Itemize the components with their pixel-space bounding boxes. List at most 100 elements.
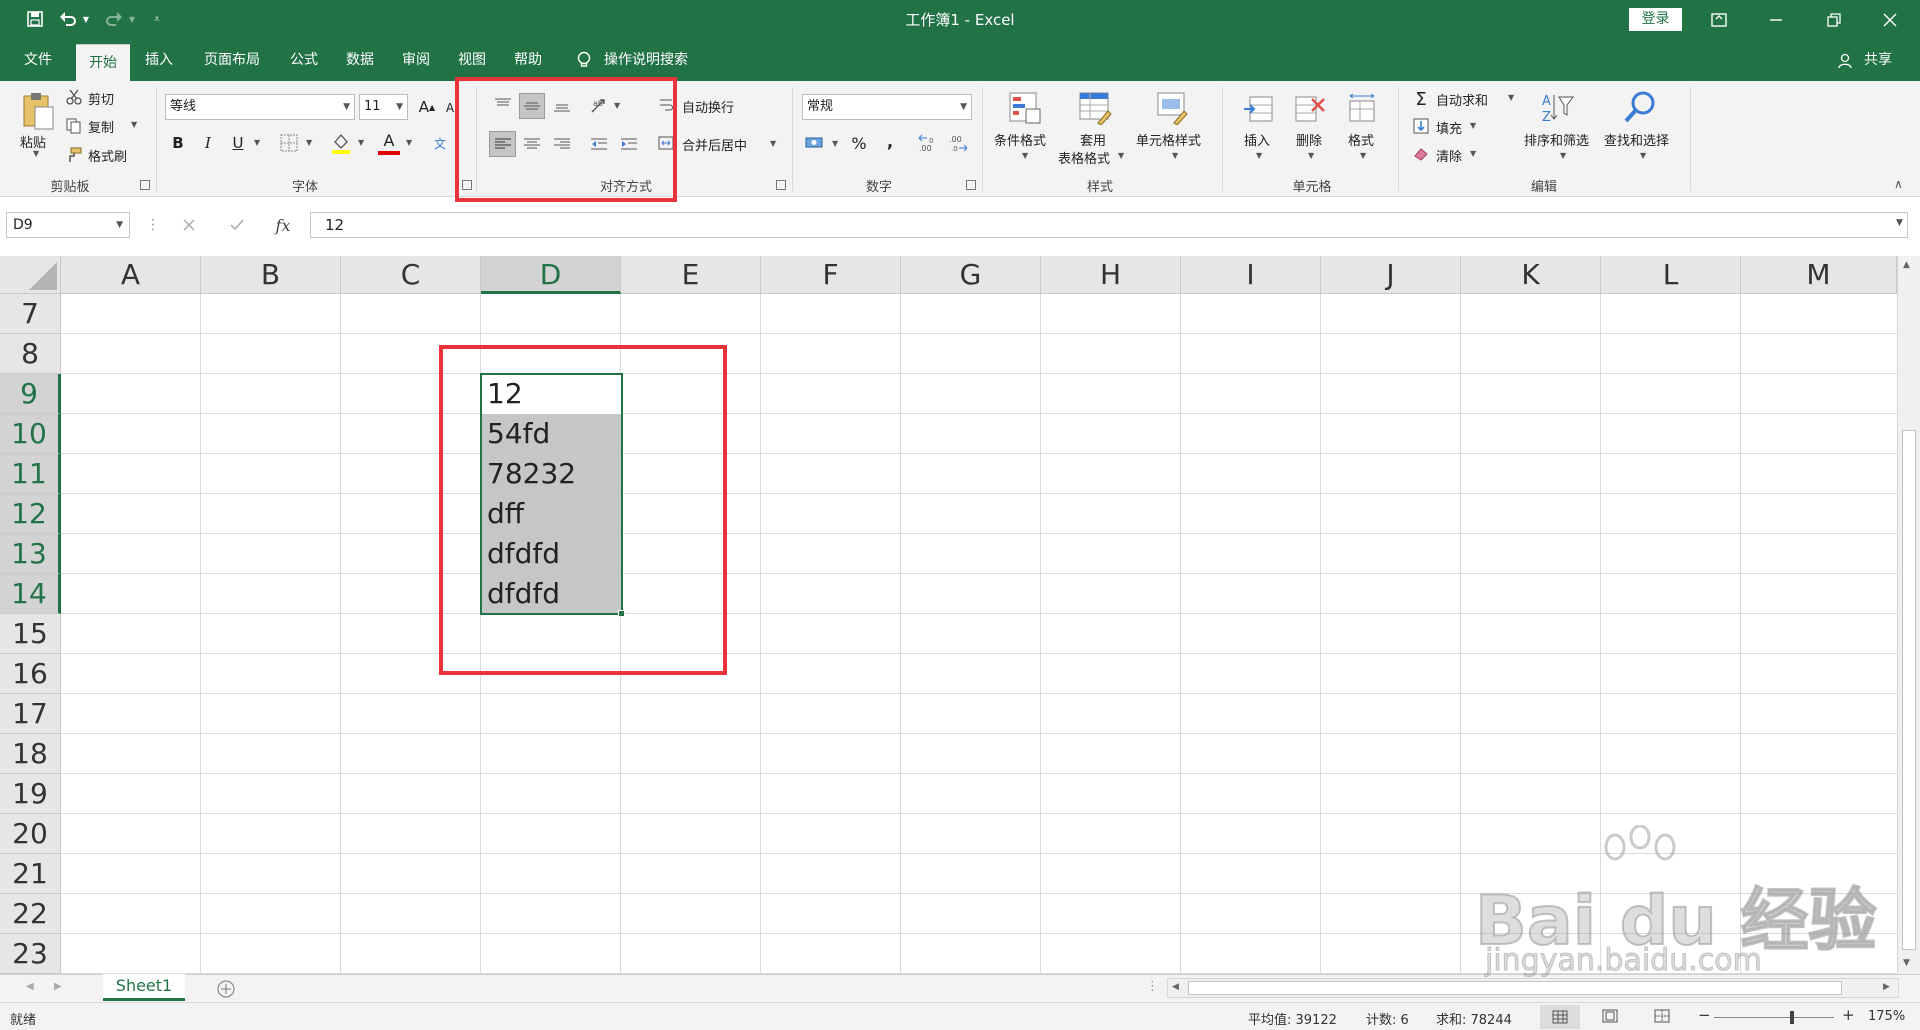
scroll-right-icon[interactable]: ▶ [1883, 982, 1890, 992]
column-header-f[interactable]: F [761, 256, 901, 294]
format-as-table-line2[interactable]: 表格格式 [1058, 148, 1110, 167]
cancel-entry-icon[interactable] [178, 215, 200, 235]
merge-dropdown-icon[interactable]: ▼ [770, 139, 776, 148]
column-header-l[interactable]: L [1601, 256, 1741, 294]
format-as-table-dropdown-icon[interactable]: ▼ [1118, 151, 1124, 160]
borders-icon[interactable] [278, 133, 300, 153]
alignment-dialog-launcher-icon[interactable] [776, 180, 786, 190]
vertical-scroll-thumb[interactable] [1902, 430, 1916, 950]
zoom-slider-thumb[interactable] [1790, 1011, 1794, 1024]
tab-formulas[interactable]: 公式 [282, 39, 326, 81]
number-format-select[interactable]: 常规 ▼ [802, 94, 972, 120]
paste-dropdown-icon[interactable]: ▼ [33, 149, 39, 158]
zoom-out-icon[interactable]: − [1698, 1006, 1711, 1024]
row-header-23[interactable]: 23 [0, 934, 61, 974]
restore-icon[interactable] [1810, 0, 1858, 39]
normal-view-icon[interactable] [1540, 1005, 1580, 1029]
copy-dropdown-icon[interactable]: ▼ [131, 120, 137, 129]
row-header-22[interactable]: 22 [0, 894, 61, 934]
increase-font-size-icon[interactable]: A ▲ [418, 97, 436, 117]
format-dropdown-icon[interactable]: ▼ [1360, 151, 1366, 160]
add-sheet-icon[interactable] [216, 979, 236, 999]
previous-sheet-icon[interactable]: ◀ [26, 981, 34, 992]
row-header-13[interactable]: 13 [0, 534, 61, 574]
formula-input[interactable]: 12 [310, 212, 1908, 238]
accounting-dropdown-icon[interactable]: ▼ [832, 139, 838, 148]
tab-help[interactable]: 帮助 [506, 39, 550, 81]
page-break-view-icon[interactable] [1654, 1009, 1672, 1025]
vertical-scrollbar[interactable]: ▲ ▼ [1897, 256, 1920, 974]
column-header-g[interactable]: G [901, 256, 1041, 294]
column-header-h[interactable]: H [1041, 256, 1181, 294]
tab-review[interactable]: 审阅 [394, 39, 438, 81]
column-header-k[interactable]: K [1461, 256, 1601, 294]
column-header-i[interactable]: I [1181, 256, 1321, 294]
ribbon-display-options-icon[interactable] [1695, 0, 1743, 39]
fill-color-dropdown-icon[interactable]: ▼ [358, 138, 364, 147]
copy-button[interactable]: 复制 [88, 117, 114, 136]
row-header-20[interactable]: 20 [0, 814, 61, 854]
row-header-19[interactable]: 19 [0, 774, 61, 814]
number-dialog-launcher-icon[interactable] [966, 180, 976, 190]
find-dropdown-icon[interactable]: ▼ [1640, 151, 1646, 160]
font-name-select[interactable]: 等线 ▼ [165, 94, 355, 120]
login-button[interactable]: 登录 [1629, 8, 1682, 31]
clear-button[interactable]: 清除 [1436, 146, 1462, 165]
cell-styles-button[interactable]: 单元格样式 [1136, 130, 1201, 149]
expand-formula-bar-icon[interactable]: ▼ [1896, 218, 1903, 228]
tab-page-layout[interactable]: 页面布局 [194, 39, 270, 81]
bold-button[interactable]: B [168, 132, 188, 154]
column-header-a[interactable]: A [61, 256, 201, 294]
font-color-button[interactable]: A [378, 129, 400, 155]
row-header-12[interactable]: 12 [0, 494, 61, 534]
horizontal-scroll-thumb[interactable] [1188, 981, 1842, 995]
fill-button[interactable]: 填充 [1436, 118, 1462, 137]
clipboard-dialog-launcher-icon[interactable] [140, 180, 150, 190]
underline-dropdown-icon[interactable]: ▼ [254, 138, 260, 147]
row-header-14[interactable]: 14 [0, 574, 61, 614]
column-header-m[interactable]: M [1741, 256, 1897, 294]
next-sheet-icon[interactable]: ▶ [54, 981, 62, 992]
column-header-b[interactable]: B [201, 256, 341, 294]
zoom-level[interactable]: 175% [1868, 1009, 1905, 1024]
delete-dropdown-icon[interactable]: ▼ [1308, 151, 1314, 160]
format-painter-button[interactable]: 格式刷 [88, 146, 127, 165]
share-button[interactable]: 共享 [1858, 39, 1898, 81]
fill-color-icon[interactable] [330, 131, 352, 155]
column-header-j[interactable]: J [1321, 256, 1461, 294]
insert-cells-button[interactable]: 插入 [1244, 130, 1270, 149]
phonetic-guide-icon[interactable]: 文 [430, 133, 450, 153]
sort-dropdown-icon[interactable]: ▼ [1560, 151, 1566, 160]
collapse-ribbon-icon[interactable]: ∧ [1894, 177, 1903, 191]
tab-view[interactable]: 视图 [450, 39, 494, 81]
delete-cells-button[interactable]: 删除 [1296, 130, 1322, 149]
autosum-button[interactable]: 自动求和 [1436, 90, 1488, 109]
row-header-7[interactable]: 7 [0, 294, 61, 334]
confirm-entry-icon[interactable] [226, 215, 248, 235]
font-color-dropdown-icon[interactable]: ▼ [406, 138, 412, 147]
percent-style-button[interactable]: % [848, 131, 870, 155]
cut-button[interactable]: 剪切 [88, 89, 114, 108]
font-size-select[interactable]: 11 ▼ [359, 94, 408, 120]
format-cells-button[interactable]: 格式 [1348, 130, 1374, 149]
scroll-left-icon[interactable]: ◀ [1172, 982, 1179, 992]
format-as-table-line1[interactable]: 套用 [1080, 130, 1106, 149]
underline-button[interactable]: U [228, 132, 248, 154]
tab-file[interactable]: 文件 [14, 39, 62, 81]
name-box[interactable]: D9 ▼ [6, 212, 130, 238]
column-header-c[interactable]: C [341, 256, 481, 294]
find-select-button[interactable]: 查找和选择 [1604, 130, 1669, 149]
borders-dropdown-icon[interactable]: ▼ [306, 138, 312, 147]
decrease-decimal-icon[interactable]: .00.0 [946, 131, 970, 155]
paste-icon[interactable] [18, 89, 58, 133]
wrap-text-button[interactable]: 自动换行 [682, 97, 734, 116]
row-header-18[interactable]: 18 [0, 734, 61, 774]
row-header-16[interactable]: 16 [0, 654, 61, 694]
row-header-17[interactable]: 17 [0, 694, 61, 734]
conditional-formatting-button[interactable]: 条件格式 [994, 130, 1046, 149]
minimize-icon[interactable] [1752, 0, 1800, 39]
horizontal-scrollbar[interactable]: ◀ ▶ [1167, 978, 1899, 998]
row-header-10[interactable]: 10 [0, 414, 61, 454]
select-all-button[interactable] [0, 256, 61, 294]
share-person-icon[interactable] [1838, 53, 1854, 69]
